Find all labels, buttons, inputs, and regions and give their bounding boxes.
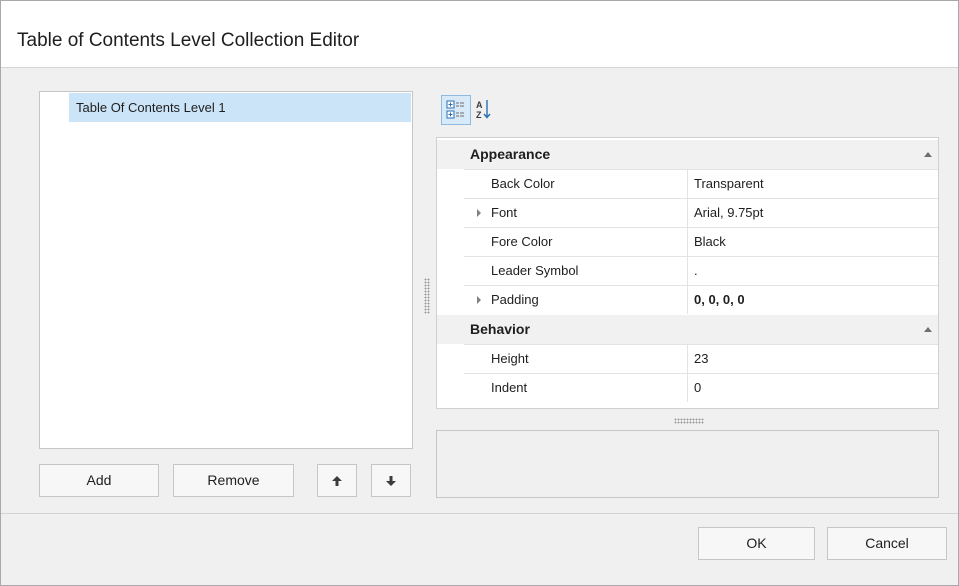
alphabetical-button[interactable]: A Z	[473, 95, 503, 125]
categorized-icon	[446, 100, 464, 119]
property-row[interactable]: Back Color Transparent	[464, 169, 938, 198]
list-item[interactable]: Table Of Contents Level 1	[69, 93, 411, 122]
categorized-button[interactable]	[441, 95, 471, 125]
collection-editor-dialog: Table of Contents Level Collection Edito…	[0, 0, 959, 586]
move-down-button[interactable]	[371, 464, 411, 497]
category-behavior[interactable]: Behavior	[437, 315, 938, 344]
property-row[interactable]: Leader Symbol .	[464, 256, 938, 285]
ok-button[interactable]: OK	[698, 527, 815, 560]
property-row[interactable]: Height 23	[464, 344, 938, 373]
svg-text:A: A	[476, 100, 483, 110]
cancel-button[interactable]: Cancel	[827, 527, 947, 560]
property-row[interactable]: Fore Color Black	[464, 227, 938, 256]
add-button[interactable]: Add	[39, 464, 159, 497]
collapse-icon[interactable]	[924, 152, 932, 157]
svg-text:Z: Z	[476, 110, 482, 120]
property-row[interactable]: Padding 0, 0, 0, 0	[464, 285, 938, 314]
property-row[interactable]: Indent 0	[464, 373, 938, 402]
dialog-title: Table of Contents Level Collection Edito…	[17, 30, 360, 51]
horizontal-splitter[interactable]	[674, 418, 704, 424]
title-bar: Table of Contents Level Collection Edito…	[1, 1, 958, 68]
collapse-icon[interactable]	[924, 327, 932, 332]
property-row[interactable]: Font Arial, 9.75pt	[464, 198, 938, 227]
footer-divider	[1, 513, 958, 514]
arrow-up-icon	[332, 476, 342, 487]
levels-list[interactable]: Table Of Contents Level 1	[39, 91, 413, 449]
vertical-splitter[interactable]	[424, 278, 430, 314]
category-appearance[interactable]: Appearance	[437, 140, 938, 169]
move-up-button[interactable]	[317, 464, 357, 497]
arrow-down-icon	[386, 476, 396, 487]
property-grid: Appearance Back Color Transparent Font A…	[436, 137, 939, 409]
sort-alpha-icon: A Z	[476, 100, 491, 120]
description-panel	[436, 430, 939, 498]
remove-button[interactable]: Remove	[173, 464, 294, 497]
